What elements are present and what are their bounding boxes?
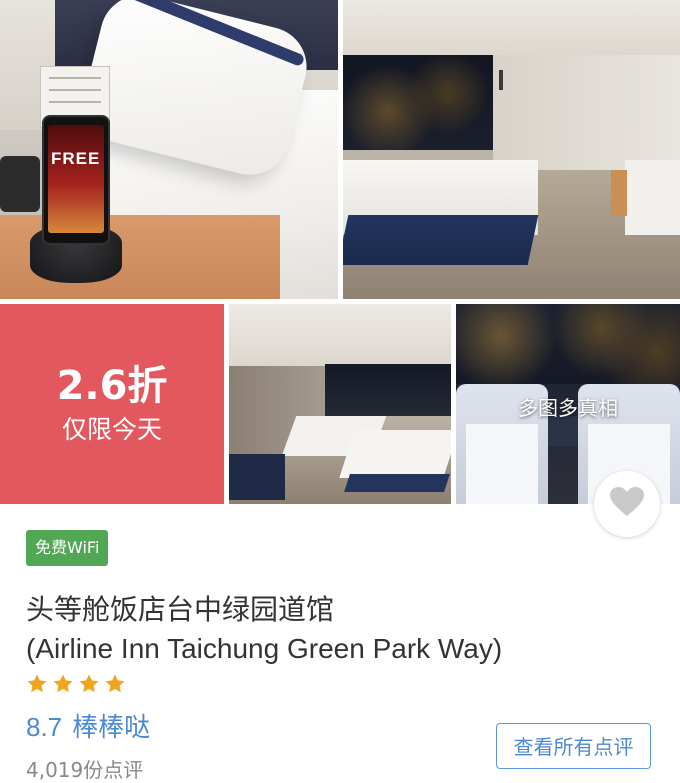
photo-twin-room[interactable] — [229, 304, 451, 504]
photo-desk — [625, 160, 680, 235]
heart-icon — [610, 487, 644, 521]
photo-phone-screen: FREE — [48, 125, 104, 233]
more-photos-label[interactable]: 多图多真相 — [456, 392, 680, 421]
hotel-name-chinese: 头等舱饭店台中绿园道馆 — [26, 593, 335, 626]
promo-tile[interactable]: 2.6折 仅限今天 — [0, 304, 224, 504]
photo-ceiling — [229, 304, 451, 366]
photo-bedside-phone[interactable]: FREE — [0, 0, 338, 299]
photo-bed-base — [344, 474, 450, 492]
score-word: 棒棒哒 — [72, 713, 151, 743]
star-icon — [26, 673, 48, 695]
photo-sofa — [229, 454, 285, 500]
photo-device — [0, 156, 40, 212]
photo-ceiling — [343, 0, 680, 55]
photo-gallery: FREE 2.6折 仅限今天 多图多真相 — [0, 0, 680, 504]
photo-capsule-room[interactable]: 多图多真相 — [456, 304, 680, 504]
phone-screen-text: FREE — [51, 149, 101, 168]
favorite-button[interactable] — [594, 471, 660, 537]
star-icon — [104, 673, 126, 695]
photo-pendant-lamp — [499, 70, 503, 90]
photo-smartphone: FREE — [42, 115, 110, 245]
view-all-reviews-button[interactable]: 查看所有点评 — [496, 723, 651, 769]
photo-king-room[interactable] — [343, 0, 680, 299]
photo-night-mural — [325, 364, 451, 416]
photo-night-mural — [456, 304, 680, 384]
promo-discount: 2.6折 — [56, 363, 168, 409]
photo-bed — [339, 430, 451, 478]
guest-score: 8.7 棒棒哒 — [26, 709, 150, 746]
star-rating — [26, 673, 126, 695]
score-value: 8.7 — [26, 712, 63, 742]
review-count: 4,019份点评 — [26, 758, 144, 782]
free-wifi-badge: 免费WiFi — [26, 530, 109, 566]
photo-bed-base — [343, 215, 539, 265]
photo-chair — [611, 170, 627, 216]
promo-until: 仅限今天 — [61, 415, 162, 444]
star-icon — [78, 673, 100, 695]
star-icon — [52, 673, 74, 695]
hotel-name-english: (Airline Inn Taichung Green Park Way) — [26, 633, 503, 664]
photo-night-mural — [343, 55, 493, 150]
